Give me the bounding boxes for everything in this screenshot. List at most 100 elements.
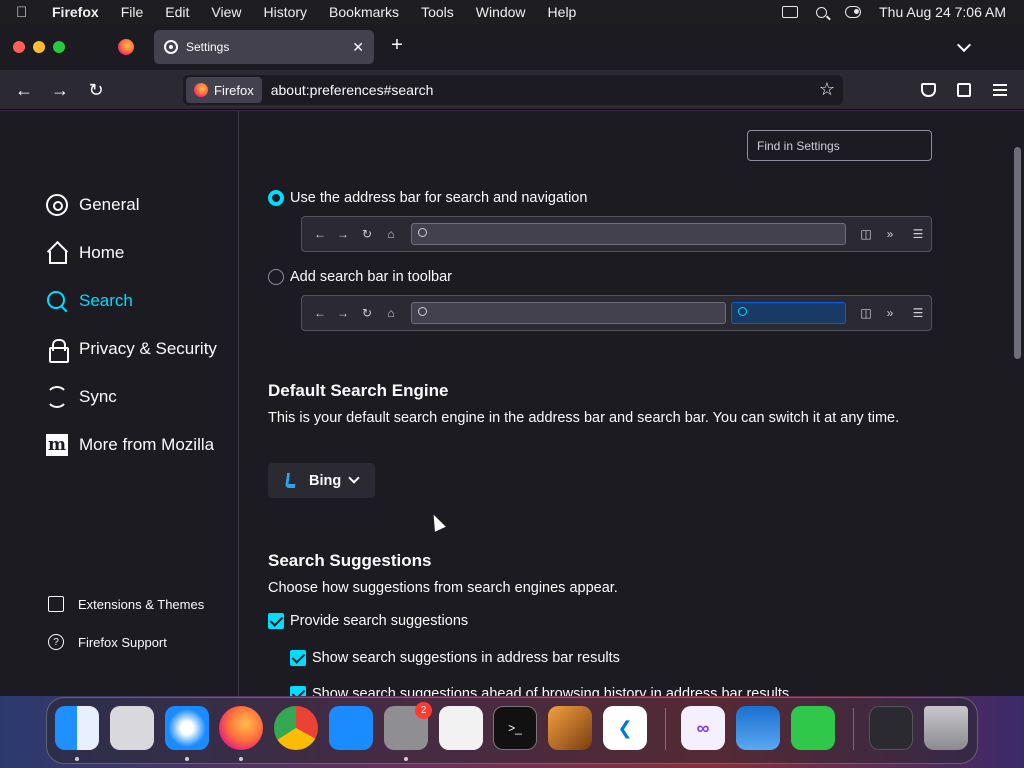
sidebar-icon: ◫: [860, 306, 872, 320]
gear-icon: [46, 194, 68, 216]
preview-search-field: [731, 302, 846, 324]
checkbox[interactable]: [290, 686, 306, 696]
extensions-themes-link[interactable]: Extensions & Themes: [48, 594, 204, 614]
sidebar-item-home[interactable]: Home: [46, 239, 124, 267]
find-in-settings-input[interactable]: [747, 130, 932, 161]
home-icon: ⌂: [387, 306, 395, 320]
new-tab-button[interactable]: +: [388, 34, 406, 60]
sidebar-item-search[interactable]: Search: [46, 287, 133, 315]
extensions-button[interactable]: [952, 78, 976, 102]
menu-app-name[interactable]: Firefox: [52, 4, 99, 20]
url-input[interactable]: about:preferences#search: [271, 82, 434, 98]
pocket-button[interactable]: [916, 78, 940, 102]
sidebar-item-more-from-mozilla[interactable]: m More from Mozilla: [46, 431, 214, 459]
toolbar-search-preview: ← → ↻ ⌂ ◫ » ☰: [301, 295, 932, 331]
gear-icon: [164, 40, 178, 54]
checkbox[interactable]: [268, 613, 284, 629]
spotlight-icon[interactable]: [816, 6, 828, 18]
launchpad-icon[interactable]: [110, 706, 154, 750]
control-center-icon[interactable]: [845, 6, 862, 18]
trash-icon[interactable]: [924, 706, 968, 750]
checkbox[interactable]: [290, 650, 306, 666]
tab-settings[interactable]: Settings ✕: [154, 30, 374, 64]
vertical-scrollbar[interactable]: [1014, 147, 1021, 359]
hamburger-menu-icon: ☰: [912, 227, 924, 241]
facetime-icon[interactable]: [791, 706, 835, 750]
default-engine-dropdown[interactable]: Bing: [268, 463, 375, 498]
app-menu-button[interactable]: [988, 78, 1012, 102]
radio-button[interactable]: [268, 190, 284, 206]
reload-icon: ↻: [361, 306, 373, 320]
menu-tools[interactable]: Tools: [421, 4, 454, 20]
sidebar-item-label: More from Mozilla: [79, 435, 215, 454]
footer-link-label: Extensions & Themes: [78, 596, 205, 612]
bookmark-star-icon[interactable]: ☆: [819, 79, 835, 100]
bing-icon: [284, 473, 298, 488]
vscode-icon[interactable]: ❮: [603, 706, 647, 750]
menu-view[interactable]: View: [211, 4, 241, 20]
terminal-icon[interactable]: >_: [493, 706, 537, 750]
preview-url-field: [411, 302, 726, 324]
chrome-icon[interactable]: [274, 706, 318, 750]
reload-icon: ↻: [361, 227, 373, 241]
window-minimize-button[interactable]: [33, 41, 45, 53]
back-button[interactable]: ←: [12, 78, 36, 102]
menu-file[interactable]: File: [121, 4, 144, 20]
firefox-icon[interactable]: [219, 706, 263, 750]
pinned-tab-firefox[interactable]: [112, 34, 140, 60]
notification-badge: 2: [415, 702, 432, 719]
menu-help[interactable]: Help: [548, 4, 577, 20]
menu-bar-clock[interactable]: Thu Aug 24 7:06 AM: [879, 4, 1006, 20]
menu-bookmarks[interactable]: Bookmarks: [329, 4, 399, 20]
help-icon: ?: [48, 634, 64, 650]
footer-link-label: Firefox Support: [78, 634, 167, 650]
visual-studio-icon[interactable]: ∞: [681, 706, 725, 750]
sidebar-item-label: Search: [79, 291, 133, 310]
reload-button[interactable]: ↻: [84, 78, 108, 102]
default-engine-heading: Default Search Engine: [268, 381, 449, 400]
sidebar-item-sync[interactable]: Sync: [46, 383, 117, 411]
garageband-icon[interactable]: [548, 706, 592, 750]
identity-box[interactable]: Firefox: [186, 77, 262, 103]
window-close-button[interactable]: [13, 41, 25, 53]
default-engine-description: This is your default search engine in th…: [268, 410, 900, 426]
apple-icon[interactable]: : [16, 4, 36, 21]
checkbox-suggestions-ahead-of-history[interactable]: Show search suggestions ahead of browsin…: [290, 683, 789, 696]
radio-address-bar[interactable]: Use the address bar for search and navig…: [268, 187, 587, 209]
firefox-support-link[interactable]: ? Firefox Support: [48, 632, 167, 652]
checkbox-suggestions-in-address-bar[interactable]: Show search suggestions in address bar r…: [290, 647, 620, 669]
list-all-tabs-button[interactable]: [957, 40, 971, 54]
hamburger-menu-icon: [993, 84, 1007, 96]
checkbox-provide-suggestions[interactable]: Provide search suggestions: [268, 610, 468, 632]
radio-button[interactable]: [268, 269, 284, 285]
sidebar-item-general[interactable]: General: [46, 191, 139, 219]
sidebar-item-privacy[interactable]: Privacy & Security: [46, 335, 217, 363]
lock-icon: [46, 338, 69, 363]
address-bar[interactable]: Firefox about:preferences#search ☆: [183, 75, 843, 105]
textedit-icon[interactable]: [439, 706, 483, 750]
checkbox-label: Show search suggestions in address bar r…: [312, 650, 620, 666]
menu-edit[interactable]: Edit: [165, 4, 189, 20]
suggestions-heading: Search Suggestions: [268, 551, 432, 570]
radio-toolbar-search[interactable]: Add search bar in toolbar: [268, 266, 452, 288]
tab-close-button[interactable]: ✕: [352, 39, 364, 56]
firefox-icon: [118, 39, 134, 55]
screenshot-icon[interactable]: [869, 706, 913, 750]
forward-button[interactable]: →: [48, 78, 72, 102]
menu-window[interactable]: Window: [476, 4, 526, 20]
overflow-icon: »: [886, 306, 894, 320]
mozilla-icon: m: [46, 434, 68, 456]
screen-mirroring-icon[interactable]: [782, 6, 799, 18]
safari-icon[interactable]: [165, 706, 209, 750]
menu-history[interactable]: History: [263, 4, 307, 20]
overflow-icon: »: [886, 227, 894, 241]
finder-icon[interactable]: [55, 706, 99, 750]
app-store-icon[interactable]: [329, 706, 373, 750]
arrow-right-icon: →: [337, 306, 349, 320]
system-settings-icon[interactable]: 2: [384, 702, 432, 750]
window-zoom-button[interactable]: [53, 41, 65, 53]
firefox-icon: [194, 83, 208, 97]
pocket-icon: [920, 83, 936, 97]
menu-bar-status: Thu Aug 24 7:06 AM: [782, 0, 1006, 24]
weather-icon[interactable]: [736, 706, 780, 750]
